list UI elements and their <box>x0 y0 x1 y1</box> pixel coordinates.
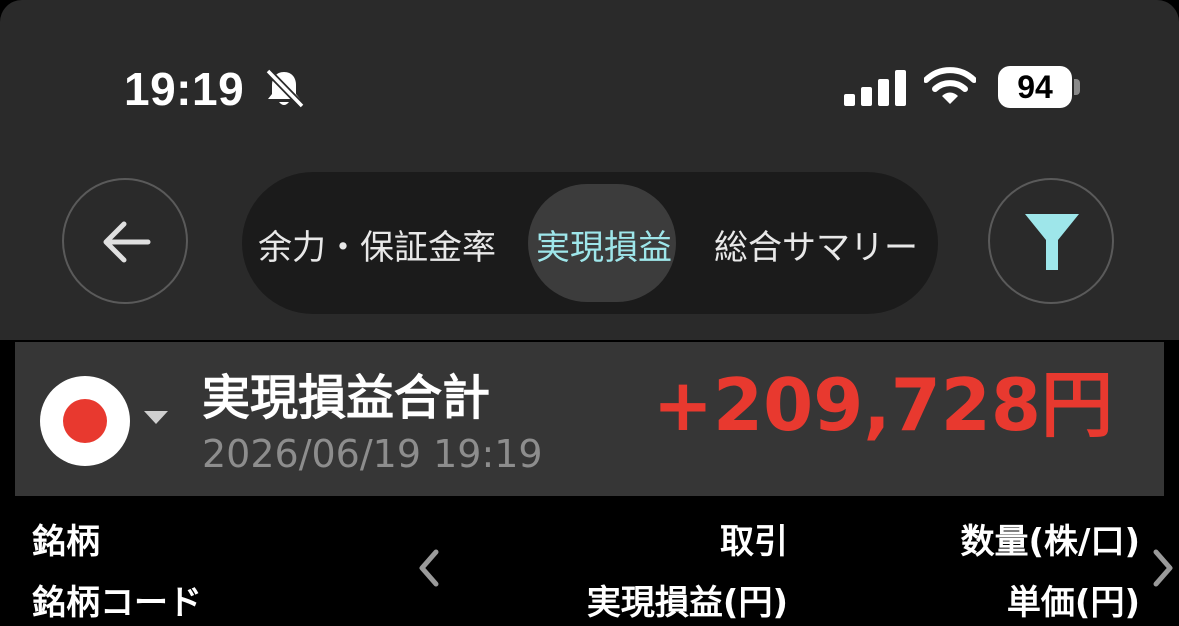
col-trade: 取引 <box>720 522 788 562</box>
filter-button[interactable] <box>988 178 1114 304</box>
back-button[interactable] <box>62 178 188 304</box>
chevron-left-icon[interactable] <box>414 548 442 588</box>
summary-title: 実現損益合計 <box>202 370 491 426</box>
tab-bar: 余力・保証金率 実現損益 総合サマリー <box>242 172 938 314</box>
tab-realized-pl[interactable]: 実現損益 <box>536 220 672 269</box>
summary-amount: +209,728円 <box>652 363 1113 447</box>
col-realized-pl: 実現損益(円) <box>586 583 788 623</box>
tab-overall-summary[interactable]: 総合サマリー <box>714 220 918 269</box>
caret-down-icon[interactable] <box>144 411 168 424</box>
cellular-signal-icon <box>844 70 906 106</box>
battery-indicator: 94 <box>998 66 1072 108</box>
arrow-left-icon <box>103 221 151 263</box>
bell-slash-icon <box>265 68 305 109</box>
tab-margin-ratio[interactable]: 余力・保証金率 <box>258 220 496 269</box>
japan-flag-icon[interactable] <box>40 376 130 466</box>
col-symbol: 銘柄 <box>32 522 100 562</box>
battery-tip <box>1074 79 1080 95</box>
summary-datetime: 2026/06/19 19:19 <box>202 432 543 476</box>
col-unit-price: 単価(円) <box>1006 583 1140 623</box>
status-time: 19:19 <box>124 63 245 115</box>
filter-icon <box>1025 214 1079 270</box>
col-quantity: 数量(株/口) <box>960 522 1141 562</box>
wifi-icon <box>924 67 976 104</box>
chevron-right-icon[interactable] <box>1150 548 1178 588</box>
col-symbol-code: 銘柄コード <box>32 583 202 623</box>
